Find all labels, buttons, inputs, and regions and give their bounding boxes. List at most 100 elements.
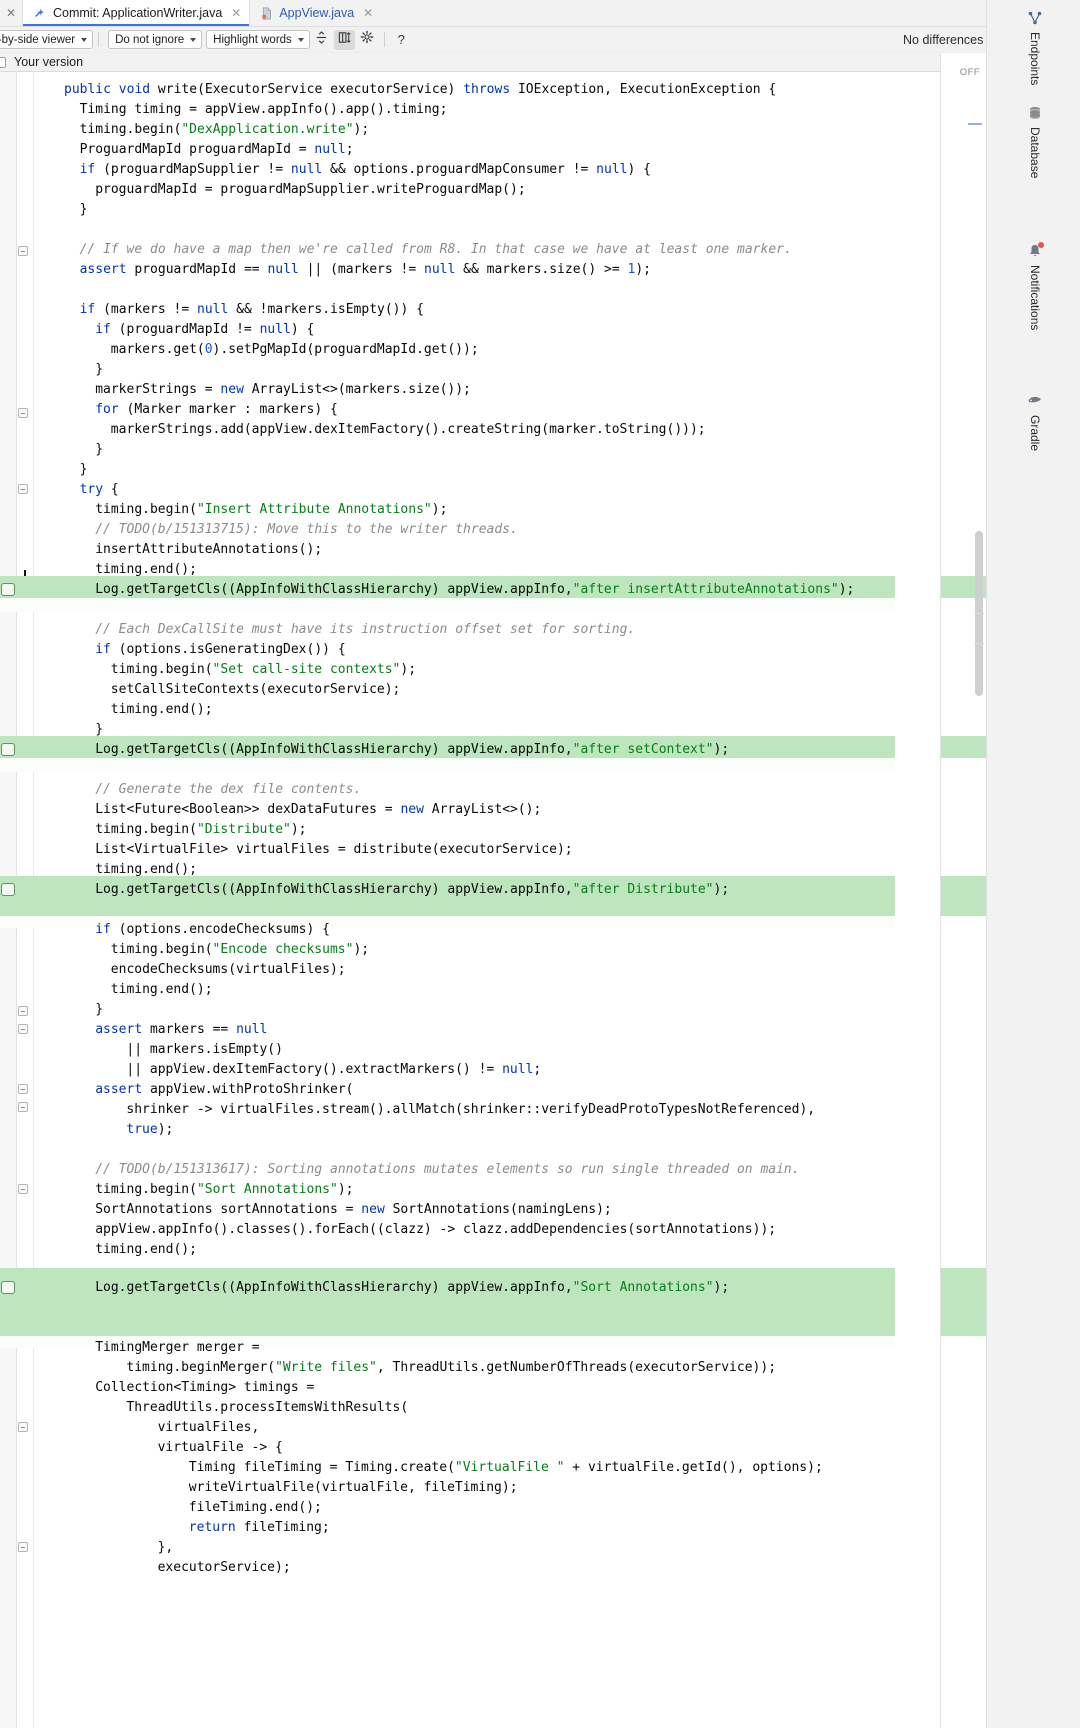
code-line[interactable]: if (proguardMapSupplier != null && optio…: [34, 160, 940, 180]
code-line[interactable]: try {: [34, 480, 940, 500]
gutter-change-marker[interactable]: [1, 1281, 15, 1294]
code-fold-handle[interactable]: [18, 1006, 28, 1016]
code-fold-handle[interactable]: [18, 408, 28, 418]
code-line[interactable]: setCallSiteContexts(executorService);: [34, 680, 940, 700]
code-fold-handle[interactable]: [18, 1024, 28, 1034]
code-line[interactable]: TimingMerger merger =: [34, 1338, 940, 1358]
code-fold-handle[interactable]: [18, 246, 28, 256]
code-line[interactable]: timing.end();: [34, 980, 940, 1000]
tab-appview-java[interactable]: AppView.java ✕: [250, 0, 382, 26]
code-fold-handle[interactable]: [18, 484, 28, 494]
code-line[interactable]: ThreadUtils.processItemsWithResults(: [34, 1398, 940, 1418]
sidebar-item-gradle[interactable]: Gradle: [1021, 393, 1049, 451]
code-line[interactable]: }: [34, 720, 940, 740]
code-line[interactable]: SortAnnotations sortAnnotations = new So…: [34, 1200, 940, 1220]
code-line[interactable]: timing.end();: [34, 700, 940, 720]
code-line[interactable]: Log.getTargetCls((AppInfoWithClassHierar…: [34, 580, 940, 600]
code-line[interactable]: appView.appInfo().classes().forEach((cla…: [34, 1220, 940, 1240]
code-fold-handle[interactable]: [18, 1422, 28, 1432]
code-line[interactable]: },: [34, 1538, 940, 1558]
sidebar-item-endpoints[interactable]: Endpoints: [1021, 10, 1049, 85]
code-line[interactable]: Log.getTargetCls((AppInfoWithClassHierar…: [34, 1278, 940, 1298]
code-line[interactable]: executorService);: [34, 1558, 940, 1578]
code-fold-handle[interactable]: [18, 1102, 28, 1112]
code-line[interactable]: writeVirtualFile(virtualFile, fileTiming…: [34, 1478, 940, 1498]
code-line[interactable]: timing.begin("Set call-site contexts");: [34, 660, 940, 680]
code-line[interactable]: shrinker -> virtualFiles.stream().allMat…: [34, 1100, 940, 1120]
tab-commit-applicationwriter[interactable]: Commit: ApplicationWriter.java ✕: [22, 0, 251, 26]
code-line[interactable]: timing.end();: [34, 1240, 940, 1260]
code-line[interactable]: Log.getTargetCls((AppInfoWithClassHierar…: [34, 740, 940, 760]
code-line[interactable]: for (Marker marker : markers) {: [34, 400, 940, 420]
sidebar-item-database[interactable]: Database: [1021, 105, 1049, 178]
stripe-change-marker[interactable]: [941, 876, 987, 916]
code-line[interactable]: return fileTiming;: [34, 1518, 940, 1538]
code-line[interactable]: // Each DexCallSite must have its instru…: [34, 620, 940, 640]
code-line[interactable]: assert markers == null: [34, 1020, 940, 1040]
code-line[interactable]: virtualFile -> {: [34, 1438, 940, 1458]
code-line[interactable]: }: [34, 440, 940, 460]
code-line[interactable]: assert appView.withProtoShrinker(: [34, 1080, 940, 1100]
code-line[interactable]: || appView.dexItemFactory().extractMarke…: [34, 1060, 940, 1080]
gutter-change-marker[interactable]: [1, 583, 15, 596]
code-line[interactable]: }: [34, 360, 940, 380]
code-line[interactable]: // TODO(b/151313617): Sorting annotation…: [34, 1160, 940, 1180]
code-line[interactable]: timing.begin("Sort Annotations");: [34, 1180, 940, 1200]
diff-settings-button[interactable]: [357, 30, 378, 50]
code-line[interactable]: insertAttributeAnnotations();: [34, 540, 940, 560]
close-icon[interactable]: ✕: [363, 7, 373, 19]
error-stripe[interactable]: OFF: [940, 53, 987, 1728]
code-line[interactable]: || markers.isEmpty(): [34, 1040, 940, 1060]
code-line[interactable]: if (markers != null && !markers.isEmpty(…: [34, 300, 940, 320]
code-line[interactable]: public void write(ExecutorService execut…: [34, 80, 940, 100]
code-line[interactable]: Timing timing = appView.appInfo().app().…: [34, 100, 940, 120]
code-line[interactable]: Timing fileTiming = Timing.create("Virtu…: [34, 1458, 940, 1478]
highlight-mode-dropdown[interactable]: Highlight words: [206, 30, 310, 49]
code-line[interactable]: markerStrings = new ArrayList<>(markers.…: [34, 380, 940, 400]
code-line[interactable]: timing.begin("DexApplication.write");: [34, 120, 940, 140]
code-line[interactable]: virtualFiles,: [34, 1418, 940, 1438]
code-line[interactable]: Collection<Timing> timings =: [34, 1378, 940, 1398]
stripe-change-marker[interactable]: [941, 736, 987, 758]
collapse-unchanged-button[interactable]: [311, 30, 332, 50]
code-line[interactable]: proguardMapId = proguardMapSupplier.writ…: [34, 180, 940, 200]
code-line[interactable]: markers.get(0).setPgMapId(proguardMapId.…: [34, 340, 940, 360]
code-fold-handle[interactable]: [18, 1184, 28, 1194]
code-line[interactable]: markerStrings.add(appView.dexItemFactory…: [34, 420, 940, 440]
code-content[interactable]: public void write(ExecutorService execut…: [0, 72, 940, 1728]
code-line[interactable]: encodeChecksums(virtualFiles);: [34, 960, 940, 980]
code-line[interactable]: if (options.isGeneratingDex()) {: [34, 640, 940, 660]
diff-editor[interactable]: public void write(ExecutorService execut…: [0, 72, 940, 1728]
sidebar-item-notifications[interactable]: Notifications: [1021, 242, 1049, 330]
code-line[interactable]: timing.begin("Insert Attribute Annotatio…: [34, 500, 940, 520]
code-line[interactable]: }: [34, 460, 940, 480]
code-line[interactable]: // TODO(b/151313715): Move this to the w…: [34, 520, 940, 540]
code-line[interactable]: timing.begin("Encode checksums");: [34, 940, 940, 960]
code-line[interactable]: List<Future<Boolean>> dexDataFutures = n…: [34, 800, 940, 820]
your-version-checkbox[interactable]: [0, 56, 6, 68]
code-line[interactable]: if (proguardMapId != null) {: [34, 320, 940, 340]
gutter-change-marker[interactable]: [1, 743, 15, 756]
code-line[interactable]: Log.getTargetCls((AppInfoWithClassHierar…: [34, 880, 940, 900]
code-line[interactable]: timing.beginMerger("Write files", Thread…: [34, 1358, 940, 1378]
help-button[interactable]: ?: [391, 30, 412, 50]
code-fold-handle[interactable]: [18, 1542, 28, 1552]
sync-scroll-button[interactable]: [333, 29, 355, 50]
code-line[interactable]: fileTiming.end();: [34, 1498, 940, 1518]
code-fold-handle[interactable]: [18, 1084, 28, 1094]
code-line[interactable]: if (options.encodeChecksums) {: [34, 920, 940, 940]
code-line[interactable]: assert proguardMapId == null || (markers…: [34, 260, 940, 280]
viewer-mode-dropdown[interactable]: de-by-side viewer: [0, 30, 94, 49]
code-line[interactable]: // Generate the dex file contents.: [34, 780, 940, 800]
code-line[interactable]: }: [34, 200, 940, 220]
close-icon[interactable]: ✕: [231, 7, 241, 19]
stripe-marker[interactable]: [968, 123, 982, 125]
code-line[interactable]: }: [34, 1000, 940, 1020]
code-line[interactable]: timing.end();: [34, 560, 940, 580]
ignore-mode-dropdown[interactable]: Do not ignore: [108, 30, 203, 49]
stripe-change-marker[interactable]: [941, 1268, 987, 1336]
code-line[interactable]: true);: [34, 1120, 940, 1140]
code-line[interactable]: timing.begin("Distribute");: [34, 820, 940, 840]
tab-bar-close-icon[interactable]: ✕: [0, 0, 22, 26]
code-line[interactable]: // If we do have a map then we're called…: [34, 240, 940, 260]
